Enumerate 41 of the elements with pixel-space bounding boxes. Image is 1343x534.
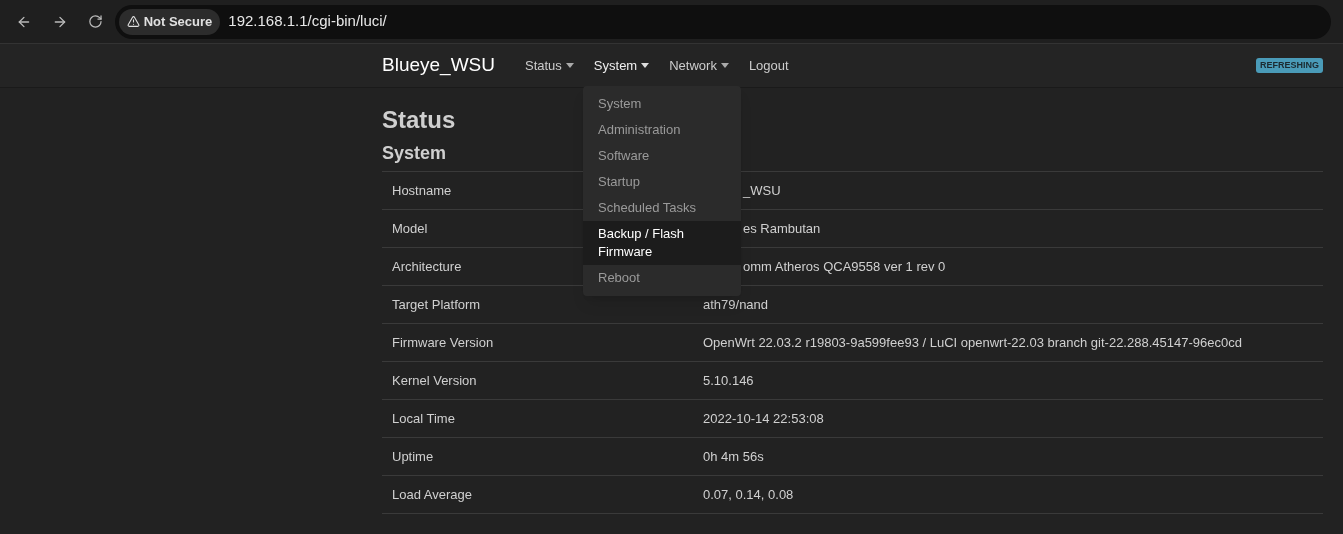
- row-value: ath79/nand: [703, 295, 769, 314]
- nav-menu[interactable]: Network: [659, 43, 739, 88]
- row-label: Kernel Version: [392, 372, 477, 388]
- nav-menu[interactable]: System: [583, 43, 660, 88]
- section-title: System: [382, 142, 447, 164]
- row-value: OpenWrt 22.03.2 r19803-9a599fee93 / LuCI openwrt-22.03 branch git-22.288.45147-96ec0cd: [703, 333, 1242, 352]
- row-label: Firmware Version: [392, 334, 494, 350]
- url-text: 192.168.1.1/cgi-bin/luci/: [228, 11, 387, 32]
- nav-menu[interactable]: Logout: [738, 43, 799, 88]
- row-label: Hostname: [392, 182, 452, 198]
- dropdown-item[interactable]: Administration: [583, 117, 741, 143]
- row-label: Architecture: [392, 258, 462, 274]
- caret-icon: [565, 63, 574, 68]
- row-label: Target Platform: [392, 296, 481, 312]
- address-bar[interactable]: Not Secure 192.168.1.1/cgi-bin/luci/: [114, 4, 1331, 39]
- row-label: Model: [392, 220, 428, 236]
- brand-title[interactable]: Blueye_WSU: [382, 51, 495, 80]
- row-value: _WSU: [741, 181, 781, 200]
- row-value: omm Atheros QCA9558 ver 1 rev 0: [742, 257, 946, 276]
- dropdown-item[interactable]: Software: [583, 143, 741, 169]
- row-value: 0.07, 0.14, 0.08: [703, 485, 794, 504]
- dropdown-item[interactable]: Reboot: [583, 265, 741, 291]
- refreshing-badge: REFRESHING: [1256, 57, 1323, 74]
- row-label: Local Time: [392, 410, 455, 426]
- row-label: Uptime: [392, 448, 434, 464]
- row-label: Load Average: [392, 486, 472, 502]
- warning-icon: [126, 15, 140, 28]
- reload-icon[interactable]: [87, 14, 103, 29]
- security-chip[interactable]: Not Secure: [118, 8, 221, 35]
- dropdown-item[interactable]: Scheduled Tasks: [583, 195, 741, 221]
- row-value: 0h 4m 56s: [703, 447, 764, 466]
- row-value: es Rambutan: [742, 219, 821, 238]
- page-title: Status: [382, 106, 456, 134]
- row-value: 5.10.146: [703, 371, 754, 390]
- row-value: 2022-10-14 22:53:08: [703, 409, 824, 428]
- nav-menu[interactable]: Status: [515, 43, 584, 88]
- caret-icon: [720, 63, 729, 68]
- caret-icon: [641, 63, 650, 68]
- dropdown-item[interactable]: Backup / Flash Firmware: [583, 221, 741, 265]
- dropdown-item[interactable]: System: [583, 91, 741, 117]
- dropdown-item[interactable]: Startup: [583, 169, 741, 195]
